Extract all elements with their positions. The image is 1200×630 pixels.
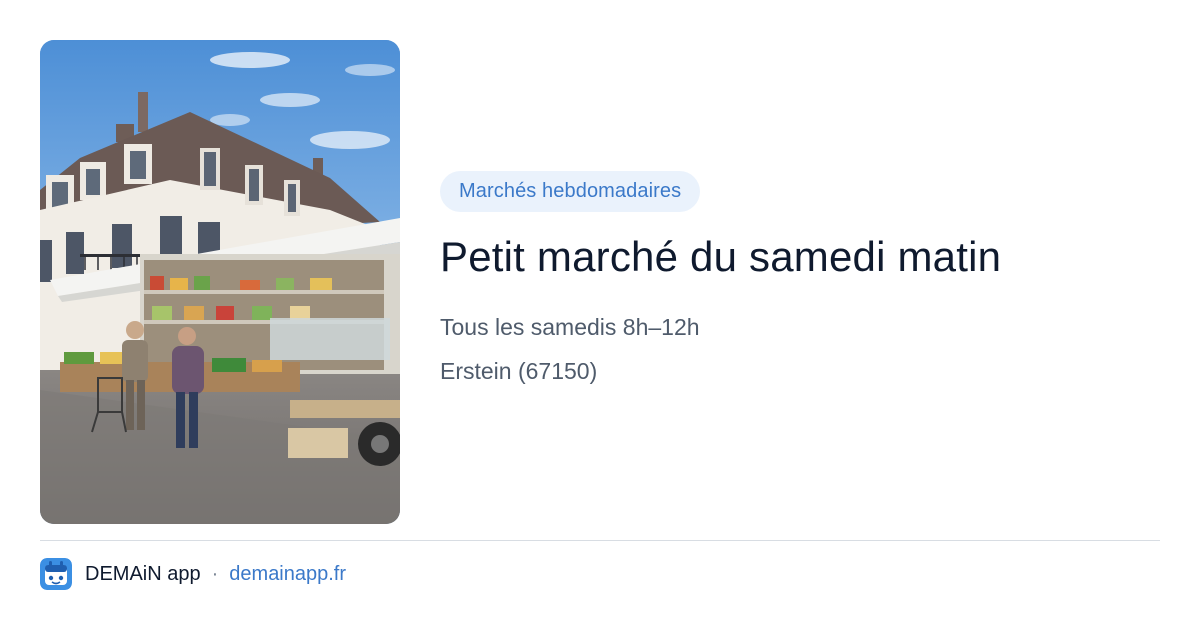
event-photo xyxy=(40,40,400,524)
event-location: Erstein (67150) xyxy=(440,358,598,384)
demain-app-logo-icon xyxy=(40,558,72,590)
event-schedule: Tous les samedis 8h–12h xyxy=(440,314,700,340)
footer-divider xyxy=(40,540,1160,541)
market-photo-illustration xyxy=(40,40,400,524)
app-website-link[interactable]: demainapp.fr xyxy=(229,563,346,586)
app-name: DEMAiN app xyxy=(85,562,201,585)
event-title: Petit marché du samedi matin xyxy=(440,233,1002,280)
footer-separator: · xyxy=(211,562,219,585)
footer: DEMAiN app · demainapp.fr xyxy=(40,558,346,590)
event-info: Marchés hebdomadaires Petit marché du sa… xyxy=(440,171,1160,386)
category-badge[interactable]: Marchés hebdomadaires xyxy=(440,171,701,212)
